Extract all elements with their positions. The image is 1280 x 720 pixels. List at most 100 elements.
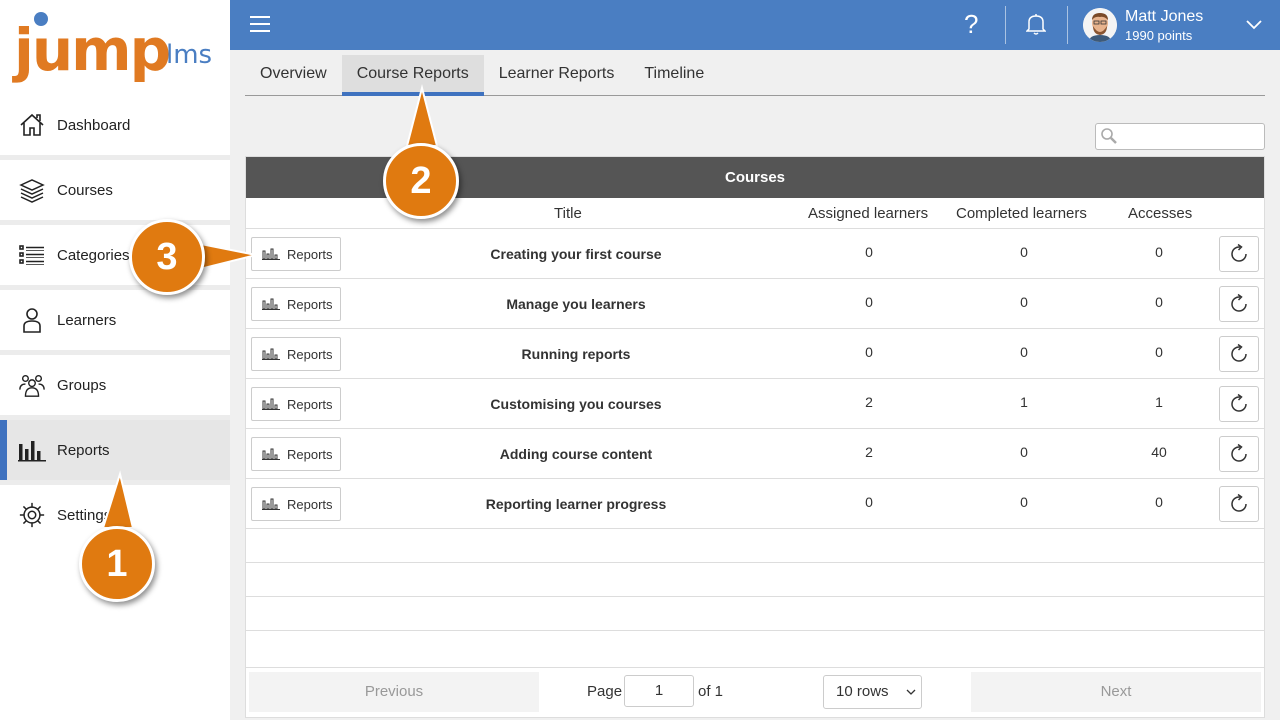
- refresh-icon: [1231, 293, 1247, 312]
- reports-button-label: Reports: [287, 446, 333, 462]
- gear-icon: [18, 501, 46, 529]
- refresh-button[interactable]: [1219, 336, 1259, 372]
- table-row-empty: [246, 529, 1264, 563]
- column-header-completed[interactable]: Completed learners: [956, 205, 1087, 222]
- reports-button[interactable]: Reports: [251, 387, 341, 421]
- main-content: Overview Course Reports Learner Reports …: [230, 50, 1280, 720]
- tab-overview[interactable]: Overview: [245, 55, 342, 95]
- chevron-down-icon[interactable]: [1246, 17, 1262, 35]
- completed-count: 0: [1020, 244, 1028, 260]
- bell-icon[interactable]: [1025, 13, 1047, 40]
- reports-button[interactable]: Reports: [251, 487, 341, 521]
- sidebar-item-label: Settings: [57, 506, 112, 524]
- callout-2: 2: [383, 143, 459, 219]
- table-row: Reports Customising you courses 2 1 1: [246, 379, 1264, 429]
- sidebar-item-learners[interactable]: Learners: [0, 290, 230, 355]
- assigned-count: 0: [865, 344, 873, 360]
- refresh-icon: [1231, 393, 1247, 412]
- next-button[interactable]: Next: [971, 672, 1261, 712]
- completed-count: 0: [1020, 444, 1028, 460]
- page-input[interactable]: 1: [624, 675, 694, 707]
- column-header-accesses[interactable]: Accesses: [1128, 205, 1192, 222]
- reports-button-label: Reports: [287, 346, 333, 362]
- sidebar-item-label: Courses: [57, 181, 113, 199]
- accesses-count: 0: [1155, 344, 1163, 360]
- table-row: Reports Creating your first course 0 0 0: [246, 229, 1264, 279]
- reports-button-label: Reports: [287, 246, 333, 262]
- layers-icon: [18, 176, 46, 204]
- accesses-count: 0: [1155, 294, 1163, 310]
- divider: [1005, 6, 1006, 44]
- rows-per-page-value: 10 rows: [836, 683, 889, 700]
- tab-bar: Overview Course Reports Learner Reports …: [245, 55, 1265, 96]
- courses-table: Courses Title Assigned learners Complete…: [245, 156, 1265, 668]
- table-row-empty: [246, 597, 1264, 631]
- bar-chart-icon: [262, 398, 280, 410]
- refresh-button[interactable]: [1219, 486, 1259, 522]
- user-icon: [18, 306, 46, 334]
- callout-3: 3: [129, 219, 205, 295]
- menu-icon[interactable]: [250, 16, 270, 34]
- help-icon[interactable]: ?: [964, 9, 978, 40]
- page-count: of 1: [698, 683, 724, 700]
- tab-learner-reports[interactable]: Learner Reports: [484, 55, 630, 95]
- sidebar-item-groups[interactable]: Groups: [0, 355, 230, 420]
- user-name[interactable]: Matt Jones: [1125, 8, 1203, 26]
- sidebar-item-reports[interactable]: Reports: [0, 420, 230, 485]
- pagination: Previous Page 1 of 1 10 rows Next: [245, 668, 1265, 718]
- bar-chart-icon: [262, 448, 280, 460]
- sidebar-item-dashboard[interactable]: Dashboard: [0, 95, 230, 160]
- previous-button[interactable]: Previous: [249, 672, 539, 712]
- sidebar-item-label: Groups: [57, 376, 107, 394]
- refresh-button[interactable]: [1219, 286, 1259, 322]
- course-title: Manage you learners: [506, 296, 646, 312]
- refresh-button[interactable]: [1219, 236, 1259, 272]
- logo-dot: [34, 12, 48, 26]
- refresh-button[interactable]: [1219, 436, 1259, 472]
- column-header-title[interactable]: Title: [554, 205, 582, 222]
- refresh-icon: [1231, 243, 1247, 262]
- table-row: Reports Manage you learners 0 0 0: [246, 279, 1264, 329]
- course-title: Customising you courses: [490, 396, 662, 412]
- tab-timeline[interactable]: Timeline: [629, 55, 719, 95]
- assigned-count: 0: [865, 294, 873, 310]
- sidebar-item-label: Categories: [57, 246, 130, 264]
- column-header-assigned[interactable]: Assigned learners: [808, 205, 928, 222]
- page-label: Page: [587, 683, 623, 700]
- course-title: Creating your first course: [490, 246, 662, 262]
- accesses-count: 1: [1155, 394, 1163, 410]
- course-title: Running reports: [521, 346, 631, 362]
- rows-per-page-select[interactable]: 10 rows: [823, 675, 922, 709]
- jumplms-logo[interactable]: jump lms: [14, 10, 219, 90]
- search-input[interactable]: [1120, 126, 1260, 147]
- refresh-icon: [1231, 343, 1247, 362]
- bar-chart-icon: [262, 348, 280, 360]
- top-bar: ? Matt Jones 1990 points: [230, 0, 1280, 50]
- completed-count: 1: [1020, 394, 1028, 410]
- reports-button-label: Reports: [287, 396, 333, 412]
- sidebar-item-label: Dashboard: [57, 116, 131, 134]
- list-icon: [18, 241, 46, 269]
- reports-button[interactable]: Reports: [251, 237, 341, 271]
- refresh-icon: [1231, 443, 1247, 462]
- sidebar-item-courses[interactable]: Courses: [0, 160, 230, 225]
- bar-chart-icon: [18, 436, 46, 464]
- sidebar-item-label: Learners: [57, 311, 117, 329]
- avatar[interactable]: [1083, 8, 1117, 42]
- bar-chart-icon: [262, 298, 280, 310]
- refresh-button[interactable]: [1219, 386, 1259, 422]
- reports-button-label: Reports: [287, 296, 333, 312]
- completed-count: 0: [1020, 494, 1028, 510]
- callout-1: 1: [79, 526, 155, 602]
- home-icon: [18, 111, 46, 139]
- reports-button-label: Reports: [287, 496, 333, 512]
- accesses-count: 0: [1155, 494, 1163, 510]
- tab-course-reports[interactable]: Course Reports: [341, 55, 484, 96]
- reports-button[interactable]: Reports: [251, 437, 341, 471]
- logo-lms-text: lms: [166, 40, 213, 70]
- reports-button[interactable]: Reports: [251, 337, 341, 371]
- sidebar-item-label: Reports: [57, 441, 110, 459]
- search-box[interactable]: [1095, 123, 1265, 150]
- reports-button[interactable]: Reports: [251, 287, 341, 321]
- user-points: 1990 points: [1125, 28, 1193, 43]
